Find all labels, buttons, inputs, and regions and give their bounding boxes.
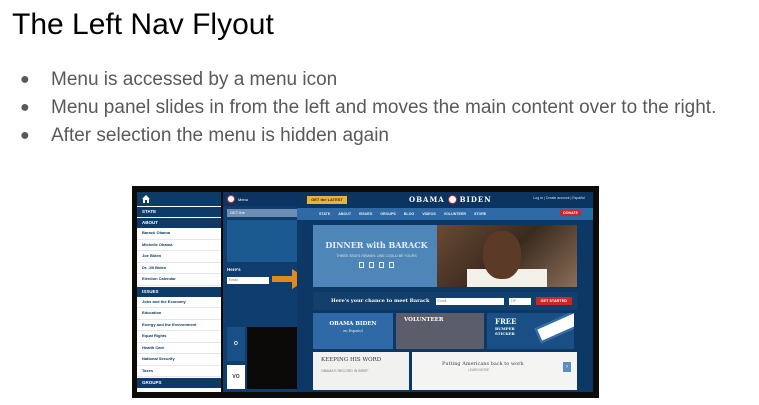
- chair-icon: [359, 262, 364, 268]
- hero-text: DINNER with BARACK THREE SEATS REMAIN: O…: [319, 230, 434, 282]
- desktop-site-view: GET the LATEST OBAMA BIDEN Log in | Crea…: [297, 192, 593, 392]
- tile-subtitle: en Español: [343, 329, 363, 333]
- menu-section-header[interactable]: ISSUES: [137, 286, 221, 297]
- site-header: GET the LATEST OBAMA BIDEN Log in | Crea…: [297, 192, 593, 208]
- slide-title: The Left Nav Flyout: [12, 8, 274, 41]
- menu-item[interactable]: Education: [137, 308, 221, 320]
- home-icon[interactable]: [142, 195, 150, 203]
- chairs-graphic: [319, 262, 434, 268]
- tile-volunteer[interactable]: VOLUNTEER: [396, 313, 484, 349]
- bullet-icon: ●: [20, 127, 30, 144]
- panel-subtitle: LEARN MORE: [468, 368, 490, 372]
- screenshot-image: STATE ABOUT Barack Obama Michelle Obama …: [132, 186, 599, 398]
- chair-icon: [379, 262, 384, 268]
- donate-button[interactable]: DONATE: [560, 210, 581, 216]
- menu-item[interactable]: Michelle Obama: [137, 240, 221, 251]
- bullet-text: After selection the menu is hidden again: [51, 125, 389, 146]
- nav-item-issues[interactable]: ISSUES: [359, 212, 372, 216]
- menu-item[interactable]: Election Calendar: [137, 274, 221, 286]
- menu-item[interactable]: Taxes: [137, 366, 221, 377]
- menu-item[interactable]: Joe Biden: [137, 251, 221, 263]
- menu-item[interactable]: Equal Rights: [137, 331, 221, 343]
- brand-text: BIDEN: [459, 195, 492, 204]
- photo-detail: [483, 231, 521, 279]
- zip-input[interactable]: ZIP: [508, 297, 531, 305]
- bullet-item: ● Menu panel slides in from the left and…: [0, 94, 740, 122]
- account-links[interactable]: Log in | Create account | Español: [533, 196, 585, 200]
- promo-tiles: OBAMA BIDEN en Español VOLUNTEER FREE BU…: [313, 313, 577, 349]
- bottom-panels: KEEPING HIS WORD OBAMA'S RECORD IN BRIEF…: [313, 352, 577, 390]
- panel-subtitle: OBAMA'S RECORD IN BRIEF: [321, 369, 369, 373]
- bullet-icon: ●: [20, 71, 30, 88]
- nav-item-blog[interactable]: BLOG: [404, 212, 414, 216]
- hero-subtitle: THREE SEATS REMAIN: ONE COULD BE YOURS: [336, 254, 417, 258]
- tile-bumper-sticker[interactable]: FREE BUMPER STICKER: [487, 313, 574, 349]
- menu-label[interactable]: Menu: [238, 197, 248, 202]
- panel-title: KEEPING HIS WORD: [321, 357, 382, 363]
- nav-item-state[interactable]: STATE: [319, 212, 330, 216]
- get-latest-button[interactable]: GET the LATEST: [307, 196, 347, 204]
- menu-header: [137, 192, 221, 206]
- bullet-text: Menu is accessed by a menu icon: [51, 69, 338, 90]
- hero-photo: [437, 225, 577, 287]
- nav-item-groups[interactable]: GROUPS: [380, 212, 396, 216]
- bullet-list: ● Menu is accessed by a menu icon ● Menu…: [0, 66, 740, 150]
- bullet-item: ● After selection the menu is hidden aga…: [0, 122, 740, 150]
- mobile-email-input[interactable]: Email: [227, 277, 269, 284]
- menu-item[interactable]: Energy and the Environment: [137, 320, 221, 331]
- tile-title: OBAMA BIDEN: [329, 321, 377, 327]
- menu-item[interactable]: Health Care: [137, 343, 221, 354]
- menu-item[interactable]: Jobs and the Economy: [137, 297, 221, 308]
- menu-item[interactable]: Dr. Jill Biden: [137, 263, 221, 274]
- chair-icon: [389, 262, 394, 268]
- bullet-icon: ●: [20, 99, 30, 116]
- nav-item-volunteer[interactable]: VOLUNTEER: [444, 212, 466, 216]
- nav-item-store[interactable]: STORE: [474, 212, 486, 216]
- mobile-panel: VO: [227, 365, 245, 389]
- tile-espanol[interactable]: OBAMA BIDEN en Español: [313, 313, 393, 349]
- menu-item[interactable]: National Security: [137, 354, 221, 366]
- signup-label: Here's your chance to meet Barack: [331, 298, 430, 304]
- bullet-text: Menu panel slides in from the left and m…: [51, 97, 717, 118]
- mobile-panel: O: [227, 327, 245, 361]
- hero-title: DINNER with BARACK: [325, 240, 428, 250]
- menu-icon[interactable]: [227, 195, 235, 203]
- hero-banner[interactable]: DINNER with BARACK THREE SEATS REMAIN: O…: [313, 225, 577, 287]
- nav-item-videos[interactable]: VIDEOS: [422, 212, 436, 216]
- back-to-work-panel[interactable]: Putting Americans back to work LEARN MOR…: [412, 352, 577, 390]
- signup-bar: Here's your chance to meet Barack Email …: [313, 292, 577, 310]
- chair-icon: [369, 262, 374, 268]
- flyout-menu: STATE ABOUT Barack Obama Michelle Obama …: [137, 192, 221, 392]
- brand-text: OBAMA: [409, 195, 445, 204]
- site-logo[interactable]: OBAMA BIDEN: [409, 195, 492, 204]
- menu-section-header[interactable]: ABOUT: [137, 218, 221, 228]
- email-input[interactable]: Email: [435, 297, 504, 305]
- menu-item[interactable]: Barack Obama: [137, 228, 221, 240]
- keeping-his-word-panel[interactable]: KEEPING HIS WORD OBAMA'S RECORD IN BRIEF: [313, 352, 409, 390]
- obama-logo-icon: [447, 195, 457, 204]
- chevron-right-icon[interactable]: ›: [563, 362, 571, 372]
- get-started-button[interactable]: GET STARTED: [535, 297, 573, 305]
- menu-section-header[interactable]: STATE: [137, 207, 221, 217]
- site-nav: STATE ABOUT ISSUES GROUPS BLOG VIDEOS VO…: [297, 208, 593, 220]
- menu-section-header[interactable]: GROUPS: [137, 378, 221, 388]
- nav-item-about[interactable]: ABOUT: [338, 212, 351, 216]
- bullet-item: ● Menu is accessed by a menu icon: [0, 66, 740, 94]
- panel-title: Putting Americans back to work: [442, 361, 524, 367]
